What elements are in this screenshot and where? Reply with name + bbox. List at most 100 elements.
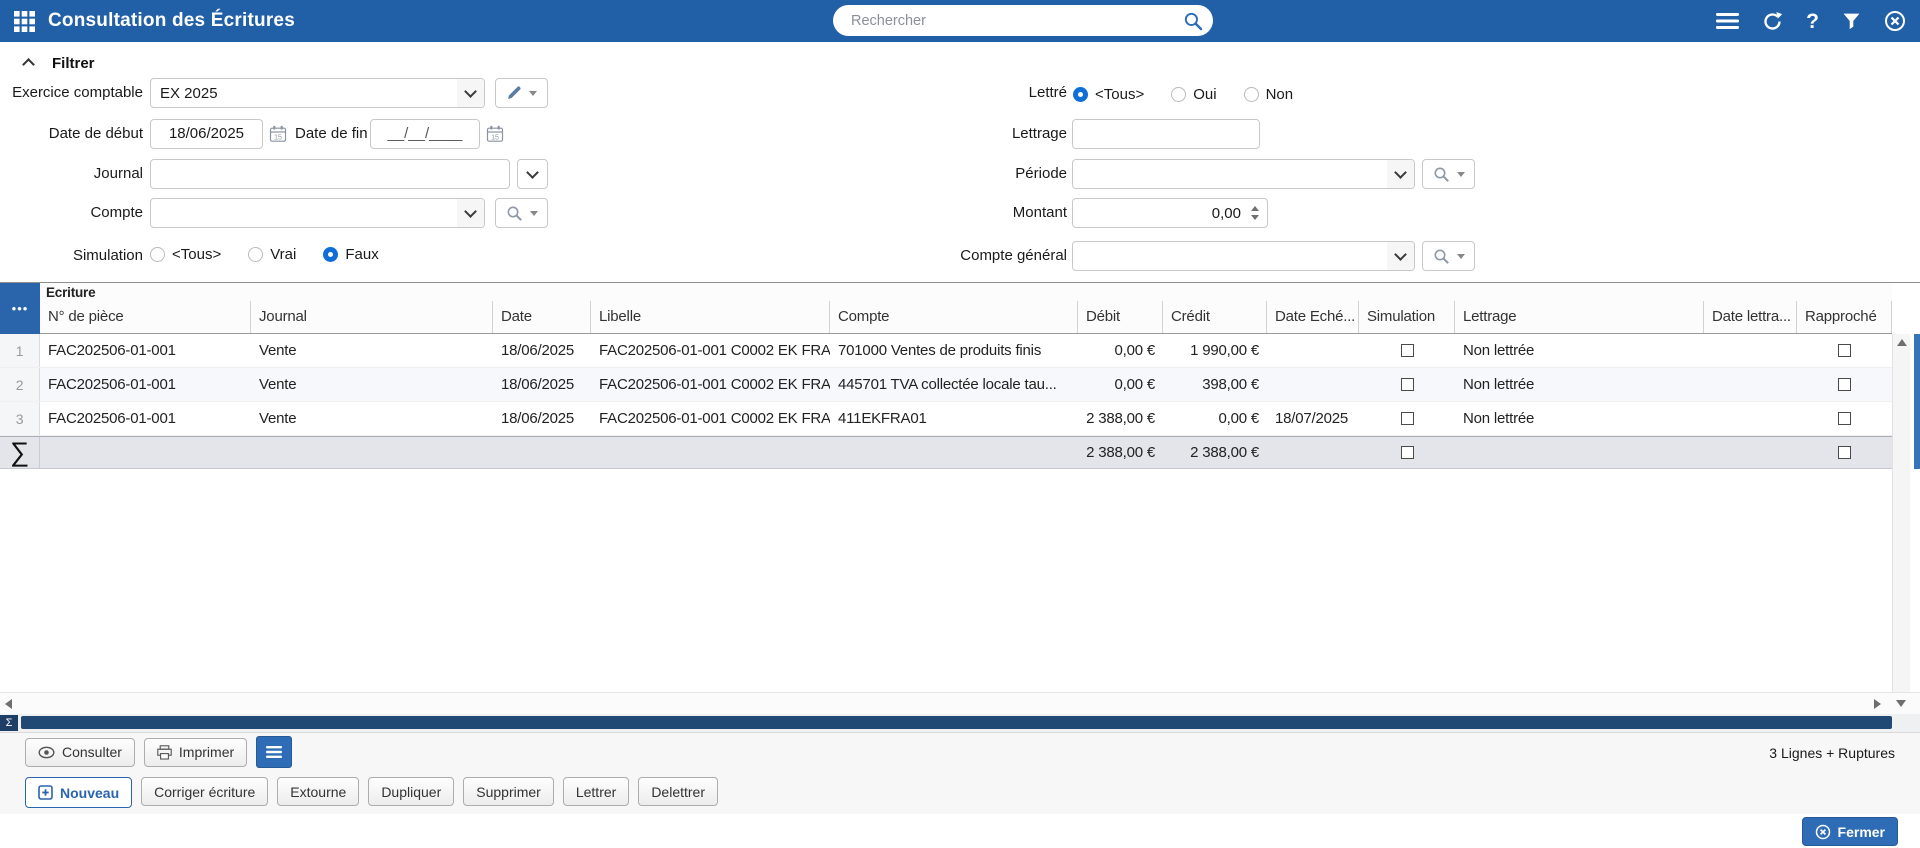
rapproche-checkbox[interactable] <box>1838 344 1851 357</box>
table-corner-menu[interactable]: ••• <box>0 283 40 334</box>
calendar-icon[interactable]: 15 <box>269 125 287 143</box>
periode-select[interactable] <box>1072 159 1415 189</box>
chevron-down-icon[interactable] <box>457 79 484 107</box>
close-circle-icon <box>1815 824 1830 839</box>
printer-icon <box>157 744 172 760</box>
cell-date: 18/06/2025 <box>501 342 575 359</box>
cell-date_echeance: 18/07/2025 <box>1275 410 1349 427</box>
total-rapproche <box>1797 437 1892 468</box>
column-header-date[interactable]: Date <box>493 301 591 333</box>
scroll-left-icon[interactable] <box>5 699 12 709</box>
column-header-simulation[interactable]: Simulation <box>1359 301 1455 333</box>
simulation-checkbox[interactable] <box>1400 446 1414 459</box>
row-number[interactable]: 3 <box>0 402 40 435</box>
lettrage-input[interactable] <box>1072 119 1260 149</box>
cell-compte: 411EKFRA01 <box>838 410 927 427</box>
magnifier-icon <box>1434 167 1449 182</box>
journal-input[interactable] <box>150 159 510 189</box>
fermer-button[interactable]: Fermer <box>1801 817 1898 846</box>
titlebar-actions: ? <box>1716 0 1906 42</box>
column-header-libelle[interactable]: Libelle <box>591 301 830 333</box>
column-header-rapproche[interactable]: Rapproché <box>1797 301 1892 333</box>
cell-rapproche <box>1797 402 1892 435</box>
exercice-select[interactable]: EX 2025 <box>150 78 485 108</box>
column-header-date_echeance[interactable]: Date Eché... <box>1267 301 1359 333</box>
column-header-date_lettrage[interactable]: Date lettra... <box>1704 301 1797 333</box>
periode-search-button[interactable] <box>1422 159 1475 189</box>
compte-search-button[interactable] <box>495 198 548 228</box>
menu-icon[interactable] <box>1716 11 1740 31</box>
close-window-icon[interactable] <box>1884 10 1906 32</box>
extourne-button[interactable]: Extourne <box>277 777 360 806</box>
row-number[interactable]: 1 <box>0 334 40 367</box>
search-icon[interactable] <box>1183 11 1203 31</box>
filter-icon[interactable] <box>1842 12 1861 31</box>
table-menu-button[interactable] <box>256 736 293 768</box>
column-header-piece[interactable]: N° de pièce <box>40 301 251 333</box>
compte-general-select[interactable] <box>1072 241 1415 271</box>
step-up-icon[interactable] <box>1251 206 1259 211</box>
table-row[interactable]: 1 FAC202506-01-001 Vente 18/06/2025 FAC20250… <box>0 334 1892 368</box>
horizontal-scrollbar[interactable] <box>0 692 1920 714</box>
compte-select[interactable] <box>150 198 485 228</box>
compte-general-search-button[interactable] <box>1422 241 1475 271</box>
montant-stepper[interactable] <box>1247 206 1267 220</box>
chevron-down-icon <box>526 166 539 179</box>
help-icon[interactable]: ? <box>1806 11 1819 32</box>
simulation-checkbox[interactable] <box>1400 344 1414 357</box>
table-row[interactable]: 2 FAC202506-01-001 Vente 18/06/2025 FAC20250… <box>0 368 1892 402</box>
exercice-label: Exercice comptable <box>12 84 143 101</box>
rapproche-checkbox[interactable] <box>1838 446 1851 459</box>
lettrer-button[interactable]: Lettrer <box>562 777 630 806</box>
calendar-icon[interactable]: 15 <box>486 125 504 143</box>
toolbar-view: Consulter Imprimer 3 Lignes + Ruptures <box>0 732 1920 771</box>
refresh-icon[interactable] <box>1762 11 1783 32</box>
imprimer-button[interactable]: Imprimer <box>143 737 248 767</box>
vertical-scrollbar[interactable] <box>1892 334 1910 693</box>
nouveau-button[interactable]: Nouveau <box>25 777 133 808</box>
radio-lettre-tous[interactable] <box>1073 87 1088 102</box>
column-header-journal[interactable]: Journal <box>251 301 493 333</box>
total-compte <box>830 437 1078 468</box>
filter-title: Filtrer <box>52 54 95 72</box>
simulation-checkbox[interactable] <box>1400 378 1414 391</box>
radio-simulation-faux[interactable] <box>323 247 339 262</box>
radio-lettre-non[interactable] <box>1243 87 1259 102</box>
supprimer-button[interactable]: Supprimer <box>463 777 554 806</box>
column-header-compte[interactable]: Compte <box>830 301 1078 333</box>
add-icon <box>38 785 53 800</box>
scroll-right-icon[interactable] <box>1874 699 1881 709</box>
delettrer-button[interactable]: Delettrer <box>638 777 718 806</box>
date-debut-input[interactable]: 18/06/2025 <box>150 119 263 149</box>
chevron-down-icon[interactable] <box>1387 242 1414 270</box>
montant-input[interactable]: 0,00 <box>1072 198 1268 228</box>
step-down-icon[interactable] <box>1251 215 1259 220</box>
chevron-down-icon[interactable] <box>457 199 484 227</box>
rapproche-checkbox[interactable] <box>1838 412 1851 425</box>
radio-simulation-tous[interactable] <box>150 247 165 262</box>
collapse-section-icon[interactable] <box>22 58 35 71</box>
column-header-credit[interactable]: Crédit <box>1163 301 1267 333</box>
exercice-edit-button[interactable] <box>495 78 548 108</box>
horizontal-scroll-thumb[interactable] <box>21 716 1892 729</box>
rapproche-checkbox[interactable] <box>1838 378 1851 391</box>
simulation-checkbox[interactable] <box>1400 412 1414 425</box>
search-input[interactable] <box>849 11 1183 30</box>
radio-simulation-vrai[interactable] <box>248 247 264 262</box>
scroll-up-icon[interactable] <box>1897 339 1907 346</box>
column-header-lettrage[interactable]: Lettrage <box>1455 301 1704 333</box>
nouveau-label: Nouveau <box>60 784 120 801</box>
row-number[interactable]: 2 <box>0 368 40 401</box>
scroll-down-icon[interactable] <box>1896 700 1906 707</box>
chevron-down-icon[interactable] <box>1387 160 1414 188</box>
totals-toggle-button[interactable]: Σ <box>0 715 18 731</box>
column-header-debit[interactable]: Débit <box>1078 301 1163 333</box>
corriger-ecriture-button[interactable]: Corriger écriture <box>141 777 269 806</box>
date-fin-input[interactable]: __/__/____ <box>370 119 480 149</box>
consulter-button[interactable]: Consulter <box>25 737 135 767</box>
table-row[interactable]: 3 FAC202506-01-001 Vente 18/06/2025 FAC20250… <box>0 402 1892 436</box>
journal-dropdown-button[interactable] <box>517 159 548 189</box>
total-libelle <box>591 437 830 468</box>
radio-lettre-oui[interactable] <box>1171 87 1187 102</box>
dupliquer-button[interactable]: Dupliquer <box>368 777 455 806</box>
